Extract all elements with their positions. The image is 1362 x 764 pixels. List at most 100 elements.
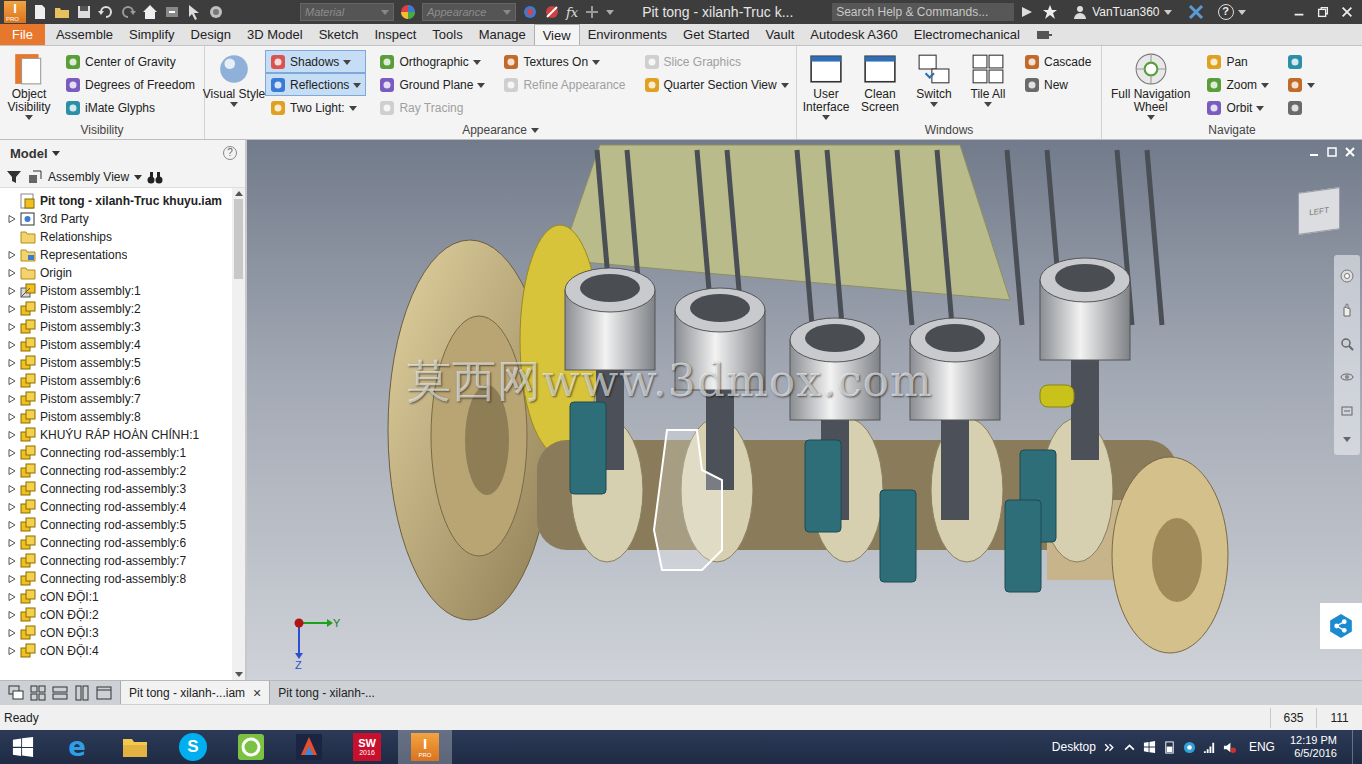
- expand-arrow-icon[interactable]: [8, 359, 16, 367]
- panel-label[interactable]: Windows: [797, 121, 1101, 139]
- taskbar-app[interactable]: [108, 730, 162, 764]
- tree-item[interactable]: Connecting rod-assembly:7: [0, 552, 232, 570]
- taskbar-app[interactable]: e: [50, 730, 104, 764]
- restore-icon[interactable]: [1312, 3, 1334, 21]
- ribbon-options-icon[interactable]: [1036, 27, 1052, 43]
- tree-item[interactable]: Pistom assembly:2: [0, 300, 232, 318]
- ribbon-button[interactable]: Slice Graphics: [639, 50, 794, 73]
- expand-arrow-icon[interactable]: [8, 611, 16, 619]
- panel-label[interactable]: Visibility: [0, 121, 204, 139]
- desktop-toolbar[interactable]: Desktop: [1052, 740, 1096, 754]
- ribbon-tab[interactable]: Autodesk A360: [802, 24, 905, 45]
- share-button[interactable]: [1320, 603, 1362, 649]
- steering-wheel-icon[interactable]: [1339, 268, 1355, 284]
- viewport-minimize-icon[interactable]: [1308, 146, 1320, 158]
- tile-vertical-icon[interactable]: [74, 685, 90, 701]
- expand-arrow-icon[interactable]: [8, 269, 16, 277]
- ribbon-tab[interactable]: Simplify: [121, 24, 183, 45]
- help-menu[interactable]: ?: [1218, 4, 1246, 20]
- cascade-icon[interactable]: [8, 685, 24, 701]
- expand-arrow-icon[interactable]: [8, 521, 16, 529]
- clear-appearance-icon[interactable]: [544, 4, 560, 20]
- tree-item[interactable]: Pistom assembly:1: [0, 282, 232, 300]
- clock[interactable]: 12:19 PM6/5/2016: [1290, 734, 1337, 760]
- home-icon[interactable]: [142, 4, 158, 20]
- ribbon-button[interactable]: Center of Gravity: [60, 50, 200, 73]
- tree-item[interactable]: Pistom assembly:7: [0, 390, 232, 408]
- ribbon-tab[interactable]: Design: [183, 24, 239, 45]
- expand-arrow-icon[interactable]: [8, 467, 16, 475]
- scroll-thumb[interactable]: [234, 199, 243, 279]
- ribbon-large-button[interactable]: Switch: [911, 50, 957, 121]
- windows-start-icon[interactable]: [12, 736, 34, 758]
- browser-title[interactable]: Model: [10, 146, 48, 161]
- expand-arrow-icon[interactable]: [8, 395, 16, 403]
- tray-arrow-icon[interactable]: [1123, 741, 1136, 754]
- color-wheel-icon[interactable]: [208, 4, 224, 20]
- tree-item[interactable]: cON ĐỘI:1: [0, 588, 232, 606]
- plus-icon[interactable]: [584, 4, 600, 20]
- star-icon[interactable]: [1042, 4, 1058, 20]
- expand-arrow-icon[interactable]: [8, 341, 16, 349]
- expand-arrow-icon[interactable]: [8, 647, 16, 655]
- viewcube-face[interactable]: LEFT: [1309, 205, 1329, 217]
- expand-arrow-icon[interactable]: [8, 287, 16, 295]
- adjust-appearance-icon[interactable]: [522, 4, 538, 20]
- tree-item[interactable]: Pistom assembly:3: [0, 318, 232, 336]
- expand-arrow-icon[interactable]: [8, 449, 16, 457]
- ribbon-large-button[interactable]: ObjectVisibility: [6, 50, 52, 121]
- document-tab[interactable]: Pit tong - xilanh-...: [270, 681, 383, 704]
- orbit-icon[interactable]: [1339, 369, 1355, 385]
- ribbon-tab[interactable]: Assemble: [48, 24, 121, 45]
- expand-arrow-icon[interactable]: [8, 215, 16, 223]
- open-icon[interactable]: [54, 4, 70, 20]
- app-tray-icon[interactable]: [1183, 741, 1196, 754]
- browser-help-button[interactable]: ?: [223, 146, 237, 160]
- toolbar-expand-icon[interactable]: [1103, 741, 1116, 754]
- expand-arrow-icon[interactable]: [8, 503, 16, 511]
- viewport-close-icon[interactable]: [1344, 146, 1356, 158]
- battery-icon[interactable]: [1163, 741, 1176, 754]
- save-icon[interactable]: [76, 4, 92, 20]
- caret-icon[interactable]: [606, 10, 614, 15]
- tile-horizontal-icon[interactable]: [52, 685, 68, 701]
- ribbon-tab[interactable]: Sketch: [311, 24, 367, 45]
- ribbon-tab[interactable]: Vault: [758, 24, 803, 45]
- tree-item[interactable]: KHUỶU RÁP HOÀN CHỈNH:1: [0, 426, 232, 444]
- zoom-icon[interactable]: [1339, 336, 1355, 352]
- viewport-restore-icon[interactable]: [1326, 146, 1338, 158]
- ribbon-large-button[interactable]: CleanScreen: [857, 50, 903, 121]
- ribbon-button[interactable]: New: [1019, 73, 1096, 96]
- appearance-wheel-icon[interactable]: [400, 4, 416, 20]
- signal-icon[interactable]: [1203, 741, 1216, 754]
- material-combo[interactable]: Material: [300, 3, 394, 21]
- ribbon-large-button[interactable]: Full NavigationWheel: [1108, 50, 1193, 121]
- tree-item[interactable]: Connecting rod-assembly:3: [0, 480, 232, 498]
- caret-icon[interactable]: [52, 151, 60, 156]
- ribbon-button[interactable]: Cascade: [1019, 50, 1096, 73]
- caret-icon[interactable]: [134, 175, 142, 180]
- volume-muted-icon[interactable]: [1223, 741, 1236, 754]
- expand-arrow-icon[interactable]: [8, 251, 16, 259]
- select-icon[interactable]: [186, 4, 202, 20]
- ribbon-tab[interactable]: Tools: [424, 24, 470, 45]
- expand-arrow-icon[interactable]: [8, 557, 16, 565]
- close-icon[interactable]: [1336, 3, 1358, 21]
- taskbar-app[interactable]: [282, 730, 336, 764]
- ribbon-tab[interactable]: View: [534, 24, 580, 45]
- tree-item[interactable]: Representations: [0, 246, 232, 264]
- tree-item[interactable]: Connecting rod-assembly:8: [0, 570, 232, 588]
- tree-item[interactable]: Connecting rod-assembly:5: [0, 516, 232, 534]
- windows-icon[interactable]: [1143, 741, 1156, 754]
- look-at-icon[interactable]: [1339, 403, 1355, 419]
- document-list-icon[interactable]: [96, 685, 112, 701]
- tree-item[interactable]: cON ĐỘI:3: [0, 624, 232, 642]
- ribbon-tab[interactable]: File: [0, 24, 45, 45]
- viewcube[interactable]: LEFT: [1298, 187, 1340, 235]
- search-field[interactable]: Search Help & Commands...: [832, 3, 1014, 21]
- ribbon-button[interactable]: Ground Plane: [374, 73, 490, 96]
- ribbon-button[interactable]: Reflections: [265, 73, 366, 96]
- ribbon-tab[interactable]: Electromechanical: [906, 24, 1028, 45]
- redo-icon[interactable]: [120, 4, 136, 20]
- tree-item[interactable]: Pistom assembly:6: [0, 372, 232, 390]
